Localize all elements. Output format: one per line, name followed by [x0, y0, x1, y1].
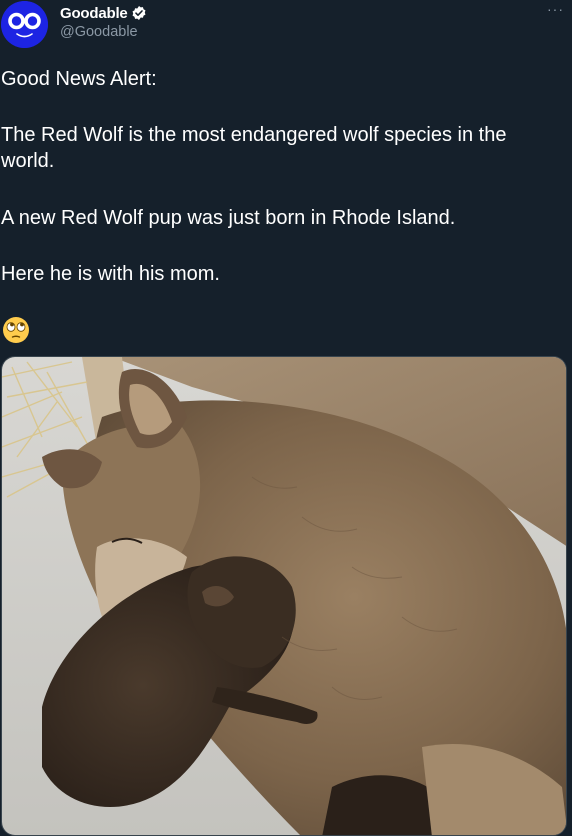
- author-handle[interactable]: @Goodable: [60, 24, 138, 40]
- author-name-row[interactable]: Goodable: [60, 4, 147, 22]
- author-avatar[interactable]: [1, 1, 48, 48]
- tweet: Goodable @Goodable ··· Good News Alert: …: [0, 0, 572, 836]
- verified-badge-icon: [131, 5, 147, 21]
- tweet-text-line: Here he is with his mom.: [1, 263, 220, 285]
- goodable-logo-icon: [1, 1, 48, 48]
- face-with-rolling-eyes-icon: [2, 316, 30, 344]
- tweet-text-line: Good News Alert:: [1, 68, 157, 90]
- author-display-name[interactable]: Goodable: [60, 5, 128, 22]
- tweet-text-line: The Red Wolf is the most endangered wolf…: [1, 124, 513, 172]
- tweet-photo[interactable]: [1, 356, 567, 836]
- tweet-text-line: A new Red Wolf pup was just born in Rhod…: [1, 207, 456, 229]
- more-options-button[interactable]: ···: [547, 2, 564, 16]
- wolf-and-pup-photo: [2, 357, 566, 835]
